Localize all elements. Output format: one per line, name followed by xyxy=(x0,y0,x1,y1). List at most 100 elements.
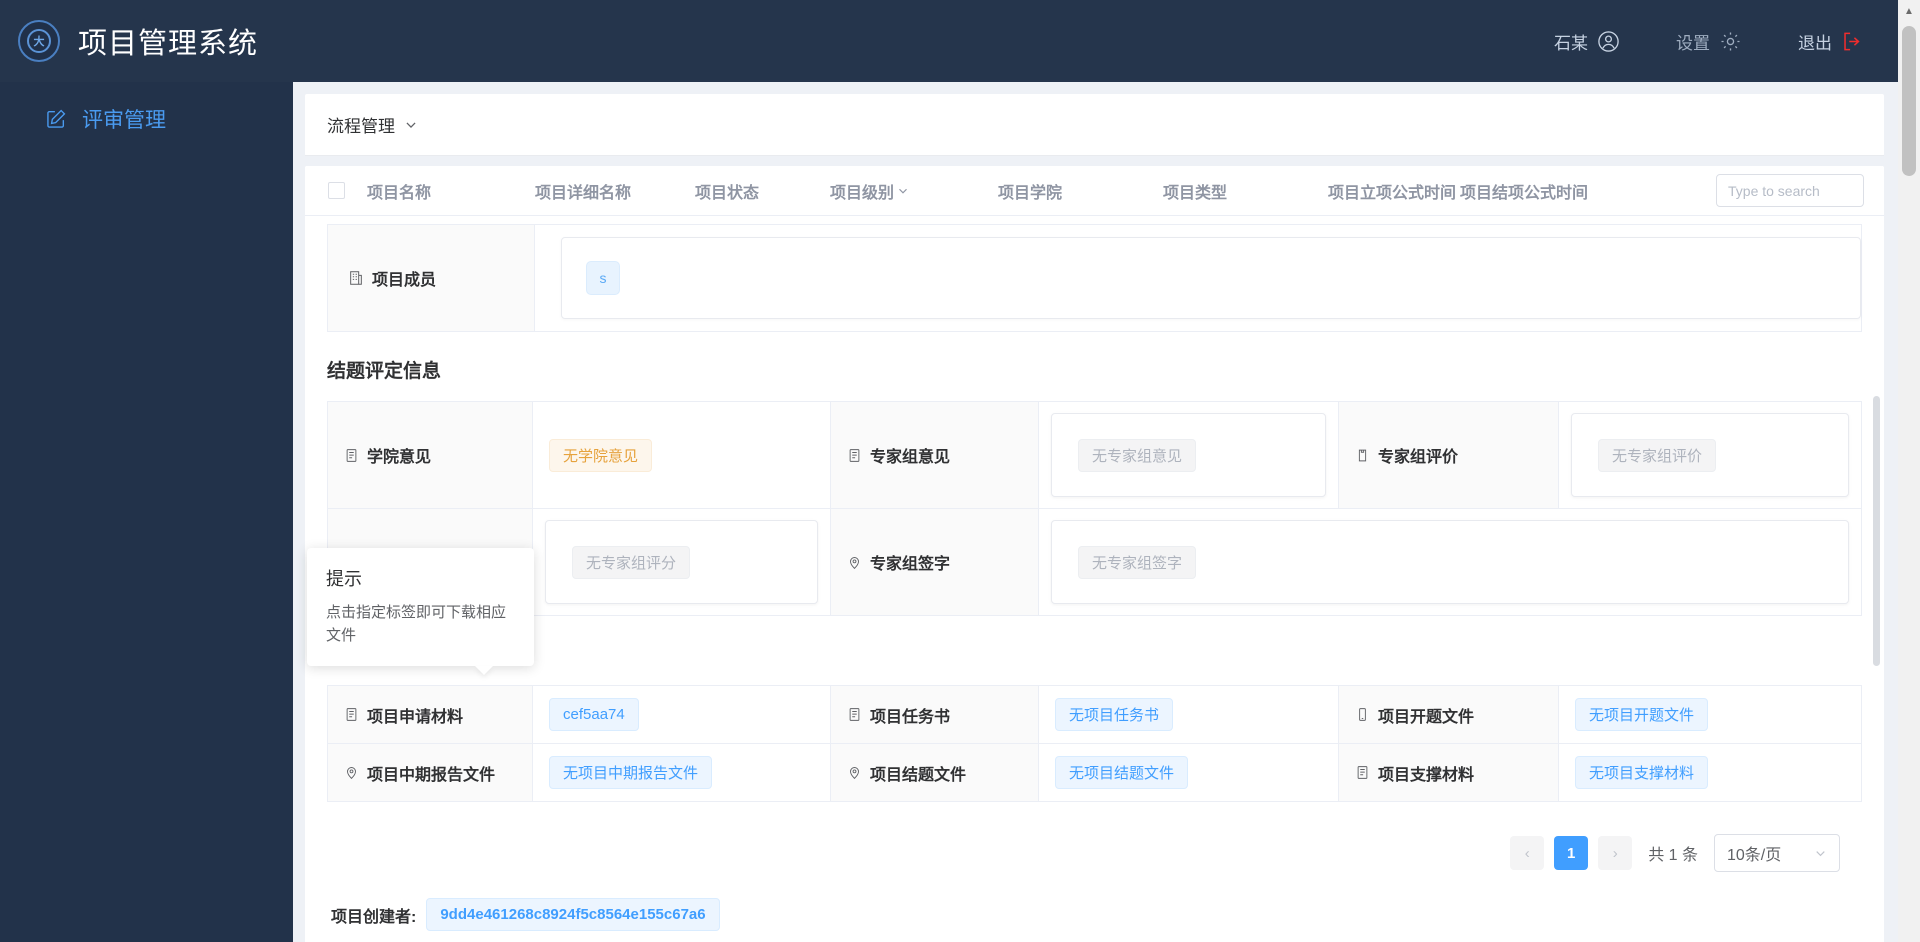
page-scrollbar-thumb[interactable] xyxy=(1902,26,1916,176)
page-size-label: 10条/页 xyxy=(1727,847,1782,864)
download-hint-tooltip: 提示 点击指定标签即可下载相应文件 xyxy=(307,548,534,675)
table-header-row: 项目名称 项目详细名称 项目状态 项目级别 项目学院 项目类型 项目立项公式时间… xyxy=(305,166,1884,216)
pagination-page-1[interactable]: 1 xyxy=(1554,836,1589,870)
file-tag[interactable]: 无项目开题文件 xyxy=(1575,698,1709,731)
file-section-title: 项目文件列表 xyxy=(305,616,1884,685)
tooltip-arrow xyxy=(475,666,493,675)
inner-vertical-scrollbar[interactable] xyxy=(1872,216,1880,942)
column-header-project-name[interactable]: 项目名称 xyxy=(367,179,535,203)
file-value-task-book: 无项目任务书 xyxy=(1039,686,1339,744)
eval-label-expert-evaluation: 专家组评价 xyxy=(1339,402,1559,509)
inner-scrollbar-thumb[interactable] xyxy=(1873,396,1880,666)
label-text: 项目任务书 xyxy=(870,708,951,726)
eval-value-expert-opinion: 无专家组意见 xyxy=(1039,402,1339,509)
project-creator-row: 项目创建者: 9dd4e461268c8924f5c8564e155c67a6 xyxy=(305,884,1884,931)
evaluation-section-title: 结题评定信息 xyxy=(327,361,442,382)
top-header-bar: 大 项目管理系统 石某 设置 退出 xyxy=(0,0,1898,82)
user-circle-icon xyxy=(1597,30,1620,53)
expert-evaluation-card: 无专家组评价 xyxy=(1571,413,1849,497)
file-tag[interactable]: 无项目中期报告文件 xyxy=(549,756,713,789)
chevron-down-icon xyxy=(404,118,418,132)
mobile-icon xyxy=(1355,707,1370,722)
file-label-midterm-report: 项目中期报告文件 xyxy=(328,744,533,802)
file-label-support-material: 项目支撑材料 xyxy=(1339,744,1559,802)
tab-label: 流程管理 xyxy=(327,117,395,136)
chevron-down-icon[interactable] xyxy=(897,185,909,197)
document-icon xyxy=(344,707,359,722)
header-actions: 石某 设置 退出 xyxy=(1554,29,1898,54)
column-header-project-level[interactable]: 项目级别 xyxy=(830,179,998,203)
table-body-scroll-region[interactable]: 项目成员 s 结题评定信息 学院意见 无学院意见 专家组意见 无专家组意见 专家… xyxy=(305,216,1884,942)
logout-button[interactable]: 退出 xyxy=(1798,29,1864,54)
college-opinion-tag[interactable]: 无学院意见 xyxy=(549,438,653,472)
chevron-down-icon xyxy=(1814,847,1827,860)
tag-icon xyxy=(1355,448,1370,463)
column-header-project-end-time[interactable]: 项目结项公式时间 xyxy=(1460,179,1590,203)
evaluation-row: 学院意见 无学院意见 专家组意见 无专家组意见 专家组评价 无专家组评价 xyxy=(328,402,1862,509)
column-label: 项目级别 xyxy=(830,184,895,202)
document-icon xyxy=(344,448,359,463)
search-wrapper xyxy=(1716,174,1870,207)
label-text: 项目开题文件 xyxy=(1378,708,1475,726)
select-all-cell xyxy=(305,182,367,199)
settings-button[interactable]: 设置 xyxy=(1676,29,1742,54)
sidebar-item-label: 评审管理 xyxy=(82,109,166,132)
column-header-project-start-time[interactable]: 项目立项公式时间 xyxy=(1328,179,1460,203)
scroll-up-arrow-icon[interactable]: ▲ xyxy=(1898,0,1920,22)
file-tag[interactable]: 无项目结题文件 xyxy=(1055,756,1189,789)
evaluation-table: 学院意见 无学院意见 专家组意见 无专家组意见 专家组评价 无专家组评价 无专家… xyxy=(327,401,1862,616)
column-header-project-type[interactable]: 项目类型 xyxy=(1163,179,1328,203)
gear-icon xyxy=(1719,30,1742,53)
pagination-next-button[interactable]: › xyxy=(1598,836,1633,870)
file-tag[interactable]: 无项目任务书 xyxy=(1055,698,1174,731)
project-table-panel: 项目名称 项目详细名称 项目状态 项目级别 项目学院 项目类型 项目立项公式时间… xyxy=(305,166,1884,942)
expert-evaluation-tag[interactable]: 无专家组评价 xyxy=(1598,438,1717,472)
app-root: 大 项目管理系统 石某 设置 退出 评审管理 流程管理 项目名称 项目详细名称 … xyxy=(0,0,1920,942)
eval-label-expert-signature: 专家组签字 xyxy=(831,509,1039,616)
project-member-content-cell: s xyxy=(534,224,1862,332)
document-icon xyxy=(847,707,862,722)
sidebar: 评审管理 xyxy=(0,82,293,942)
logout-icon xyxy=(1841,30,1864,53)
file-row: 项目中期报告文件 无项目中期报告文件 项目结题文件 无项目结题文件 项目支撑材料… xyxy=(328,744,1862,802)
expert-signature-tag[interactable]: 无专家组签字 xyxy=(1078,545,1197,579)
expert-signature-card: 无专家组签字 xyxy=(1051,520,1849,604)
label-text: 学院意见 xyxy=(367,449,432,466)
select-all-checkbox[interactable] xyxy=(327,182,345,199)
user-menu-button[interactable]: 石某 xyxy=(1554,29,1620,54)
app-logo-icon: 大 xyxy=(18,20,60,62)
main-content: 流程管理 项目名称 项目详细名称 项目状态 项目级别 项目学院 项目类型 项目立… xyxy=(293,82,1898,942)
eval-value-expert-evaluation: 无专家组评价 xyxy=(1559,402,1862,509)
eval-value-expert-score: 无专家组评分 xyxy=(533,509,831,616)
expert-opinion-tag[interactable]: 无专家组意见 xyxy=(1078,438,1197,472)
page-size-select[interactable]: 10条/页 xyxy=(1714,834,1840,872)
file-tag[interactable]: 无项目支撑材料 xyxy=(1575,756,1709,789)
evaluation-row: 无专家组评分 专家组签字 无专家组签字 xyxy=(328,509,1862,616)
expert-score-tag[interactable]: 无专家组评分 xyxy=(572,545,691,579)
pagination-bar: ‹ 1 › 共 1 条 10条/页 xyxy=(305,822,1884,884)
tooltip-text: 点击指定标签即可下载相应文件 xyxy=(326,604,507,644)
tab-process-management[interactable]: 流程管理 xyxy=(327,112,418,137)
tabs-bar: 流程管理 xyxy=(305,94,1884,156)
column-header-project-status[interactable]: 项目状态 xyxy=(695,179,830,203)
file-label-task-book: 项目任务书 xyxy=(831,686,1039,744)
user-name-label: 石某 xyxy=(1554,33,1588,53)
member-tag[interactable]: s xyxy=(586,261,620,295)
search-input[interactable] xyxy=(1716,174,1864,207)
label-text: 项目支撑材料 xyxy=(1378,766,1475,784)
process-panel: 流程管理 xyxy=(305,94,1884,156)
page-vertical-scrollbar[interactable]: ▲ xyxy=(1898,0,1920,942)
label-text: 专家组评价 xyxy=(1378,449,1459,466)
column-header-project-detail-name[interactable]: 项目详细名称 xyxy=(535,179,695,203)
file-label-application-material: 项目申请材料 xyxy=(328,686,533,744)
app-logo-inner: 大 xyxy=(27,29,51,53)
label-text: 项目中期报告文件 xyxy=(367,766,496,784)
file-table: 项目申请材料 cef5aa74 项目任务书 无项目任务书 项目开题文件 无项目开… xyxy=(327,685,1862,802)
pagination-prev-button[interactable]: ‹ xyxy=(1510,836,1545,870)
sidebar-item-review-management[interactable]: 评审管理 xyxy=(0,82,293,156)
eval-value-expert-signature: 无专家组签字 xyxy=(1039,509,1862,616)
file-value-support-material: 无项目支撑材料 xyxy=(1559,744,1862,802)
project-creator-tag[interactable]: 9dd4e461268c8924f5c8564e155c67a6 xyxy=(426,898,720,931)
file-tag[interactable]: cef5aa74 xyxy=(549,698,639,731)
column-header-project-college[interactable]: 项目学院 xyxy=(998,179,1163,203)
